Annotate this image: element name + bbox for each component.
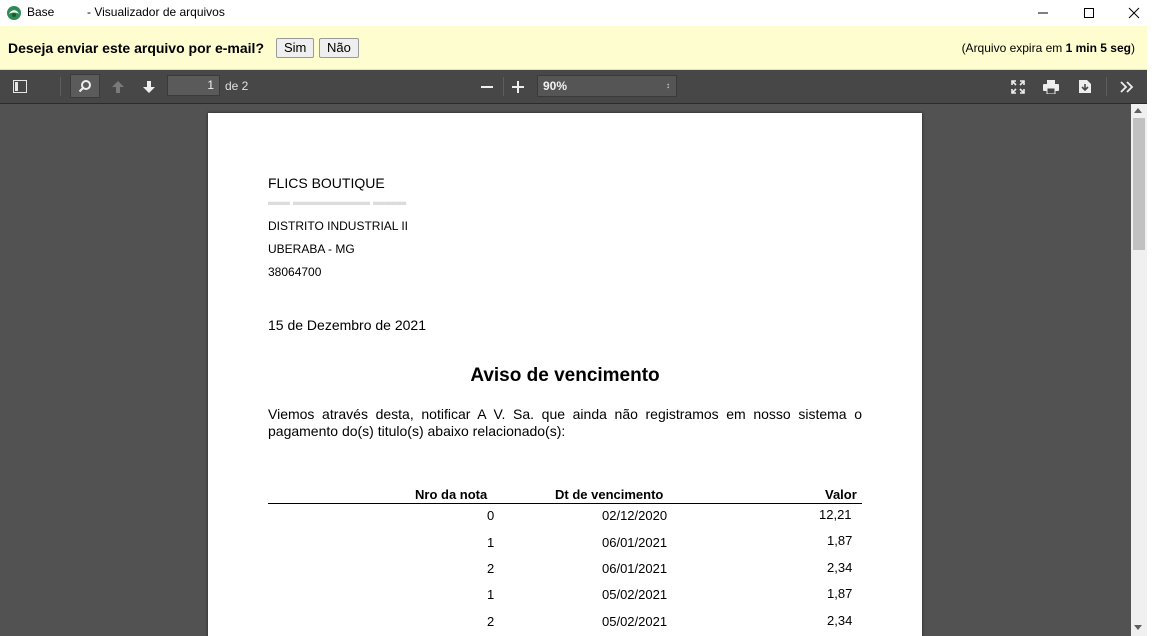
tools-menu-icon[interactable] xyxy=(1114,75,1140,98)
cell-valor: 2,34 xyxy=(827,560,853,575)
address-line: 38064700 xyxy=(268,265,322,279)
zoom-out-icon[interactable] xyxy=(474,75,500,98)
expiry-notice: (Arquivo expira em 1 min 5 seg) xyxy=(961,41,1135,55)
address-line: UBERABA - MG xyxy=(268,242,355,256)
redacted-address-line: ▬▬ ▬▬▬▬▬▬▬ ▬▬▬ xyxy=(268,196,407,208)
search-icon[interactable] xyxy=(70,74,100,98)
address-line: DISTRITO INDUSTRIAL II xyxy=(268,219,409,233)
maximize-button[interactable] xyxy=(1066,0,1112,26)
cell-vencimento: 06/01/2021 xyxy=(602,535,668,550)
window-title: - Visualizador de arquivos xyxy=(87,5,225,19)
zoom-in-icon[interactable] xyxy=(505,75,531,98)
cell-nro: 0 xyxy=(487,508,495,523)
email-question: Deseja enviar este arquivo por e-mail? xyxy=(8,40,264,56)
cell-vencimento: 06/01/2021 xyxy=(602,561,668,576)
cell-valor: 12,21 xyxy=(819,507,852,522)
page-number-input[interactable]: 1 xyxy=(167,75,220,96)
expiry-time: 1 min 5 seg xyxy=(1065,41,1131,55)
pdf-toolbar: 1 de 2 90% ↕ xyxy=(0,70,1147,104)
previous-page-icon[interactable] xyxy=(105,75,131,98)
cell-valor: 2,34 xyxy=(827,613,853,628)
cell-vencimento: 02/12/2020 xyxy=(602,508,668,523)
cell-nro: 2 xyxy=(487,614,495,629)
cell-nro: 1 xyxy=(487,535,495,550)
cell-vencimento: 05/02/2021 xyxy=(602,614,668,629)
app-logo-icon xyxy=(6,5,22,21)
print-icon[interactable] xyxy=(1038,75,1064,98)
pdf-page: FLICS BOUTIQUE ▬▬ ▬▬▬▬▬▬▬ ▬▬▬ DISTRITO I… xyxy=(208,113,922,636)
document-title: Aviso de vencimento xyxy=(470,365,660,386)
scroll-up-arrow-icon[interactable] xyxy=(1134,108,1142,113)
document-body: Viemos através desta, notificar A V. Sa.… xyxy=(268,406,862,439)
email-prompt-bar: Deseja enviar este arquivo por e-mail? S… xyxy=(0,26,1147,70)
title-bar: Base - Visualizador de arquivos xyxy=(0,0,1155,26)
cell-valor: 1,87 xyxy=(827,533,853,548)
table-header-vencimento: Dt de vencimento xyxy=(555,487,664,502)
cell-valor: 1,87 xyxy=(827,586,853,601)
table-header-nro: Nro da nota xyxy=(415,487,488,502)
table-header-rule xyxy=(268,503,862,504)
email-no-button[interactable]: Não xyxy=(319,38,359,58)
select-arrow-icon: ↕ xyxy=(666,81,670,90)
download-icon[interactable] xyxy=(1072,75,1098,98)
cell-nro: 2 xyxy=(487,561,495,576)
email-yes-button[interactable]: Sim xyxy=(276,38,315,58)
cell-nro: 1 xyxy=(487,587,495,602)
sidebar-toggle-icon[interactable] xyxy=(7,75,33,98)
window-edge xyxy=(1147,26,1155,636)
close-button[interactable] xyxy=(1111,0,1155,26)
cell-vencimento: 05/02/2021 xyxy=(602,587,668,602)
minimize-button[interactable] xyxy=(1020,0,1066,26)
scroll-down-arrow-icon[interactable] xyxy=(1134,625,1142,630)
scrollbar-thumb[interactable] xyxy=(1133,118,1145,250)
zoom-select[interactable]: 90% ↕ xyxy=(537,75,677,97)
document-viewer[interactable]: FLICS BOUTIQUE ▬▬ ▬▬▬▬▬▬▬ ▬▬▬ DISTRITO I… xyxy=(0,104,1147,636)
next-page-icon[interactable] xyxy=(136,75,162,98)
app-name: Base xyxy=(27,5,55,19)
document-date: 15 de Dezembro de 2021 xyxy=(268,317,426,333)
presentation-mode-icon[interactable] xyxy=(1005,75,1031,98)
company-name: FLICS BOUTIQUE xyxy=(268,175,385,191)
table-header-valor: Valor xyxy=(825,487,857,502)
page-count: de 2 xyxy=(225,79,249,93)
